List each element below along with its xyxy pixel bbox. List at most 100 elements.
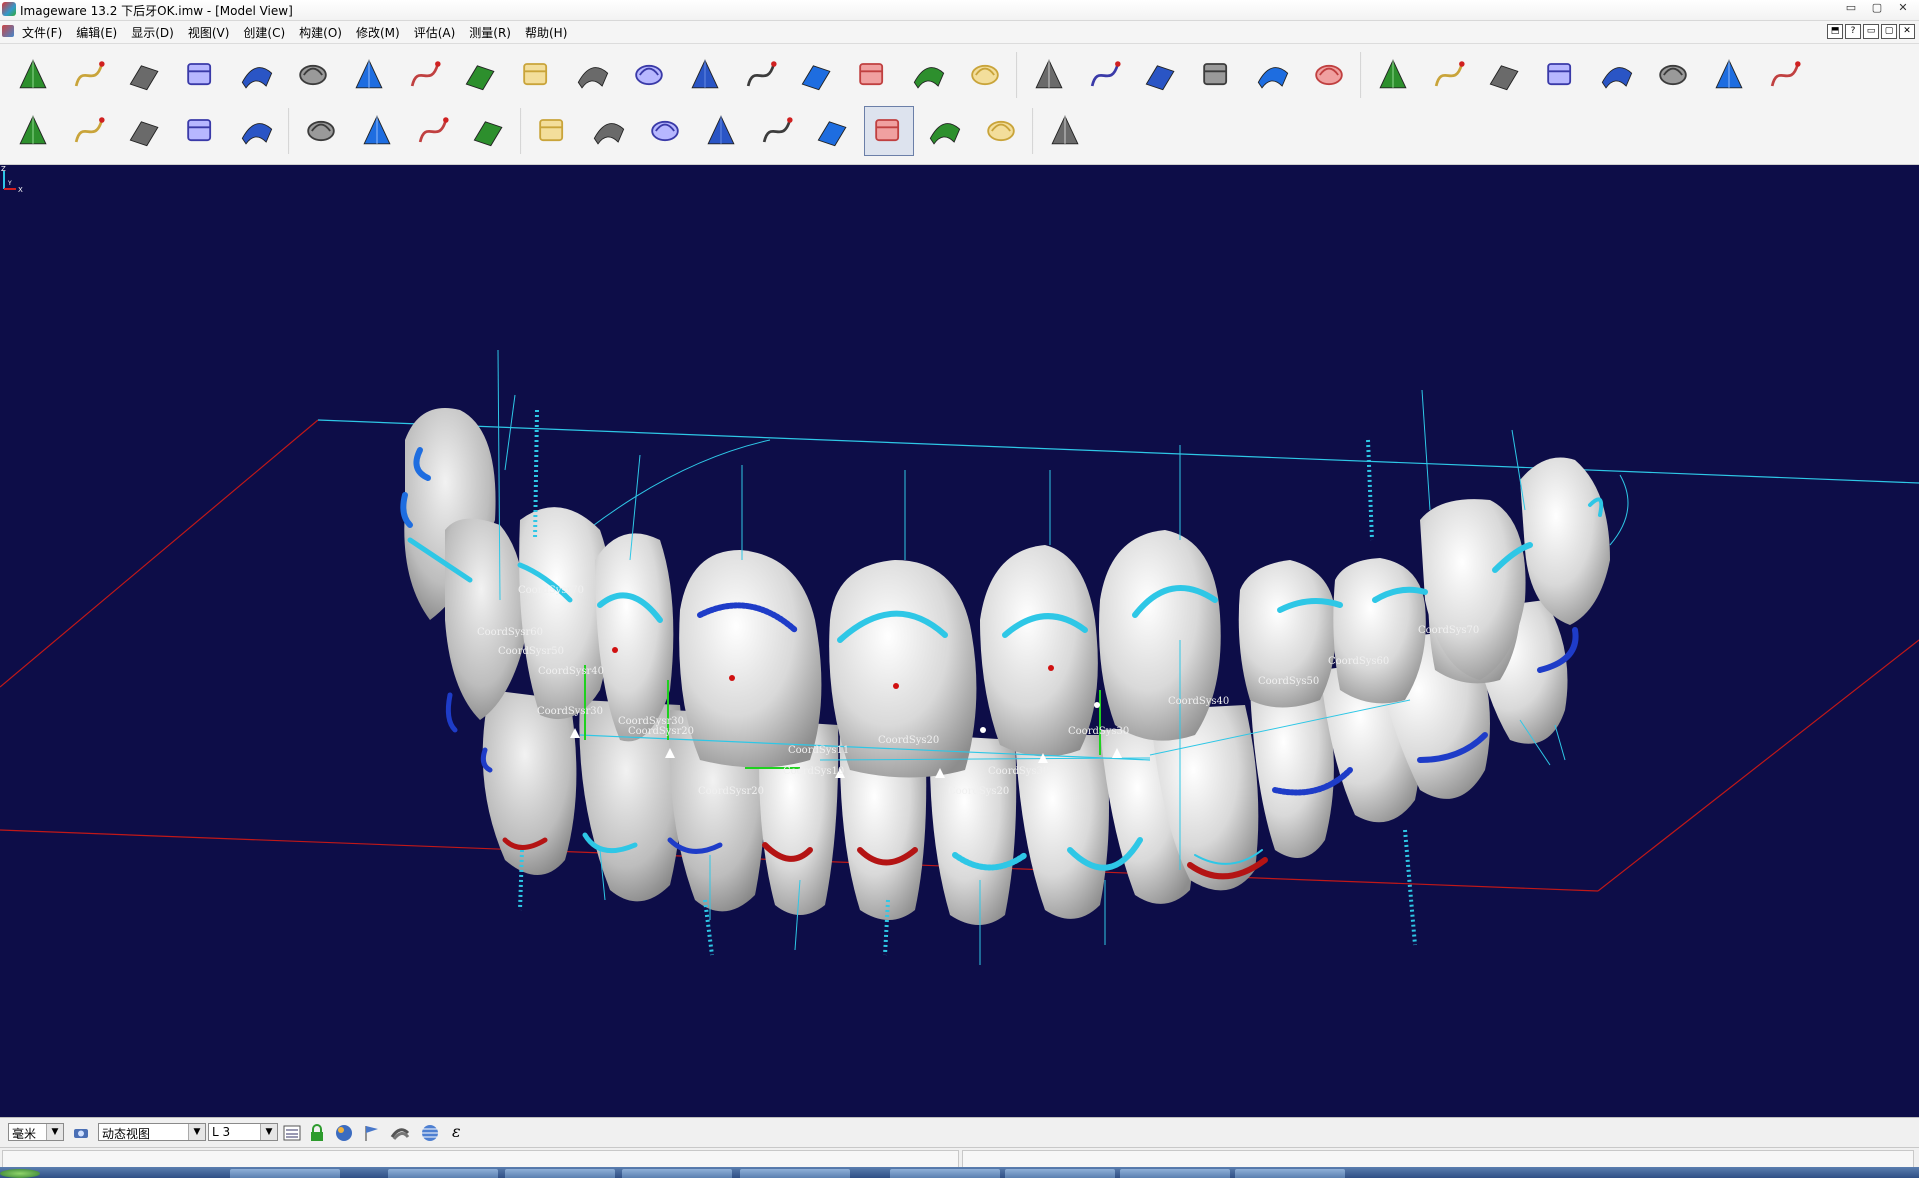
offset-surface-icon[interactable] (1480, 50, 1530, 100)
green-curve-surface-icon[interactable] (1368, 50, 1418, 100)
blend-icon[interactable] (1424, 50, 1474, 100)
surface-patch-icon[interactable] (408, 106, 458, 156)
coordinate-axes-icon[interactable] (1304, 50, 1354, 100)
coordsys-label: CoordSysr40 (538, 666, 604, 677)
blue-surface-2-icon[interactable] (512, 50, 562, 100)
lightning-icon[interactable] (584, 106, 634, 156)
taskbar-item[interactable] (622, 1169, 732, 1178)
mdi-tile-button[interactable]: ⬒ (1827, 24, 1843, 39)
normal-arrows-icon[interactable] (1536, 50, 1586, 100)
layer-select[interactable]: L 3 ▼ (208, 1123, 278, 1141)
taskbar-item[interactable] (1235, 1169, 1345, 1178)
menu-help[interactable]: 帮助(H) (523, 24, 569, 41)
mdi-minimize-button[interactable]: ▭ (1863, 24, 1879, 39)
open-file-icon[interactable] (8, 50, 58, 100)
palette-icon[interactable] (1040, 106, 1090, 156)
camera-icon[interactable] (72, 1123, 92, 1143)
menu-modify[interactable]: 修改(M) (354, 24, 402, 41)
stripes-2-icon[interactable] (176, 106, 226, 156)
probe-icon[interactable] (1704, 50, 1754, 100)
ruled-surface-icon[interactable] (904, 50, 954, 100)
chevron-down-icon[interactable]: ▼ (46, 1124, 63, 1140)
mdi-close-button[interactable]: ✕ (1899, 24, 1915, 39)
minimize-button[interactable]: ▭ (1839, 0, 1863, 16)
wire-object-icon[interactable] (1080, 50, 1130, 100)
menu-display[interactable]: 显示(D) (129, 24, 176, 41)
layers-icon[interactable] (288, 50, 338, 100)
circle-point-icon[interactable] (752, 106, 802, 156)
mdi-restore-button[interactable]: ▢ (1881, 24, 1897, 39)
flat-plate-icon[interactable] (1592, 50, 1642, 100)
document-icon[interactable] (2, 25, 14, 37)
model-viewport[interactable]: CoordSysr70 CoordSysr60 CoordSysr50 Coor… (0, 165, 1919, 1117)
unit-select[interactable]: 毫米 ▼ (8, 1123, 64, 1141)
chevron-down-icon[interactable]: ▼ (260, 1124, 277, 1140)
close-button[interactable]: ✕ (1891, 0, 1915, 16)
plane-cross-icon[interactable] (1248, 50, 1298, 100)
taskbar-item[interactable] (1005, 1169, 1115, 1178)
taskbar-item[interactable] (388, 1169, 498, 1178)
menu-construct[interactable]: 构建(O) (297, 24, 344, 41)
color-patch-icon[interactable] (624, 50, 674, 100)
gauge-icon[interactable] (8, 106, 58, 156)
menu-create[interactable]: 创建(C) (241, 24, 287, 41)
arc-fan-icon[interactable] (464, 106, 514, 156)
view-mode-value: 动态视图 (102, 1127, 151, 1141)
box-object-icon[interactable] (1192, 50, 1242, 100)
surface-lightning-icon[interactable] (864, 106, 914, 156)
pen-tool-icon[interactable] (1760, 50, 1810, 100)
stripes-icon[interactable] (120, 106, 170, 156)
edit-points-icon[interactable] (64, 50, 114, 100)
epsilon-tolerance[interactable]: ε (452, 1122, 461, 1141)
toolbar-separator (520, 108, 522, 154)
prohibit-icon[interactable] (976, 106, 1026, 156)
menu-evaluate[interactable]: 评估(A) (412, 24, 458, 41)
taskbar-item[interactable] (230, 1169, 340, 1178)
curve-icon[interactable] (352, 106, 402, 156)
stack-surface-icon[interactable] (792, 50, 842, 100)
plane-view-icon[interactable] (176, 50, 226, 100)
curved-surface-icon[interactable] (680, 50, 730, 100)
taskbar-item[interactable] (890, 1169, 1000, 1178)
mdi-help-button[interactable]: ? (1845, 24, 1861, 39)
globe-icon[interactable] (420, 1123, 440, 1143)
blue-surface-icon[interactable] (456, 50, 506, 100)
model-scene: CoordSysr70 CoordSysr60 CoordSysr50 Coor… (0, 349, 1919, 965)
taskbar-item[interactable] (505, 1169, 615, 1178)
control-net-icon[interactable] (1136, 50, 1186, 100)
view-mode-select[interactable]: 动态视图 ▼ (98, 1123, 206, 1141)
cube-view-icon[interactable] (232, 50, 282, 100)
taskbar-item[interactable] (740, 1169, 850, 1178)
cone-surface-icon[interactable] (344, 50, 394, 100)
curve-lightning-icon[interactable] (640, 106, 690, 156)
wire-box-icon[interactable] (1024, 50, 1074, 100)
flag-icon[interactable] (362, 1123, 382, 1143)
chevron-down-icon[interactable]: ▼ (188, 1124, 205, 1140)
curved-surface-2-icon[interactable] (736, 50, 786, 100)
cylinder-bars-icon[interactable] (1648, 50, 1698, 100)
cloud-icon[interactable] (296, 106, 346, 156)
menu-measure[interactable]: 测量(R) (467, 24, 513, 41)
points-line-icon[interactable] (696, 106, 746, 156)
cross-tool-icon[interactable] (920, 106, 970, 156)
grid-points-icon[interactable] (528, 106, 578, 156)
app-icon[interactable] (2, 2, 16, 16)
shell-icon[interactable] (400, 50, 450, 100)
cylinder-surface-icon[interactable] (568, 50, 618, 100)
pyramid-icon[interactable] (960, 50, 1010, 100)
menu-view[interactable]: 视图(V) (186, 24, 232, 41)
lock-icon[interactable] (307, 1123, 327, 1143)
menu-file[interactable]: 文件(F) (20, 24, 64, 41)
color-map-icon[interactable] (232, 106, 282, 156)
section-cut-icon[interactable] (64, 106, 114, 156)
scan-inspect-icon[interactable] (120, 50, 170, 100)
taskbar-item[interactable] (1120, 1169, 1230, 1178)
extrude-surface-icon[interactable] (848, 50, 898, 100)
render-sphere-icon[interactable] (334, 1123, 354, 1143)
layer-list-icon[interactable] (282, 1123, 302, 1143)
start-button[interactable] (0, 1169, 40, 1178)
menu-edit[interactable]: 编辑(E) (74, 24, 119, 41)
mesh-icon[interactable] (390, 1123, 410, 1143)
curve-lightning-2-icon[interactable] (808, 106, 858, 156)
restore-button[interactable]: ▢ (1865, 0, 1889, 16)
